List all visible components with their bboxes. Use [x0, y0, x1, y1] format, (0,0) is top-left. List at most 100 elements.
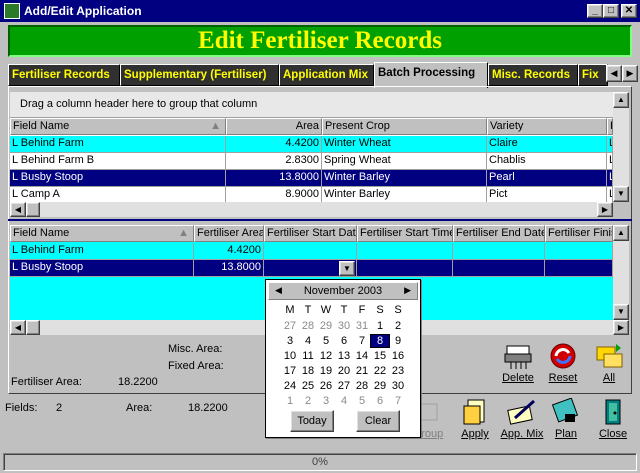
calendar-day[interactable]: 7	[389, 395, 407, 407]
tab-scroll-left-icon[interactable]: ◀	[606, 65, 622, 82]
table-cell[interactable]: Chablis	[487, 153, 607, 170]
calendar-day[interactable]: 9	[389, 335, 407, 347]
col-present-crop[interactable]: Present Crop	[322, 118, 487, 135]
calendar-day[interactable]: 7	[353, 335, 371, 347]
col-finish-time[interactable]: Fertiliser Finish Tim	[545, 225, 613, 242]
date-dropdown-button[interactable]: ▼	[339, 261, 355, 276]
calendar-day[interactable]: 29	[371, 380, 389, 392]
calendar-day[interactable]: 13	[335, 350, 353, 362]
tab-fix[interactable]: Fix	[578, 64, 608, 86]
calendar-day[interactable]: 28	[299, 320, 317, 332]
table-cell[interactable]	[264, 243, 357, 260]
close-window-button[interactable]: ✕	[621, 4, 637, 18]
calendar-day[interactable]: 1	[281, 395, 299, 407]
tab-application-mix[interactable]: Application Mix	[279, 64, 374, 86]
calendar-day[interactable]: 23	[389, 365, 407, 377]
calendar-day[interactable]: 11	[299, 350, 317, 362]
table-cell[interactable]: 4.4200	[226, 136, 322, 153]
calendar-day[interactable]: 5	[353, 395, 371, 407]
scroll-left-icon-2[interactable]: ◀	[10, 320, 26, 335]
reset-button[interactable]: Reset	[537, 342, 589, 384]
calendar-day[interactable]: 10	[281, 350, 299, 362]
calendar-day[interactable]: 29	[317, 320, 335, 332]
calendar-day[interactable]: 24	[281, 380, 299, 392]
table-cell[interactable]: 13.8000	[226, 170, 322, 187]
table-cell[interactable]: Pearl	[487, 170, 607, 187]
scroll-thumb[interactable]	[26, 202, 40, 217]
scroll-right-icon[interactable]: ▶	[597, 202, 613, 217]
table-cell[interactable]: Spring Wheat	[322, 153, 487, 170]
calendar-day[interactable]: 6	[371, 395, 389, 407]
calendar-day[interactable]: 3	[281, 335, 299, 347]
calendar-day[interactable]: 27	[335, 380, 353, 392]
calendar-day[interactable]: 21	[353, 365, 371, 377]
plan-button[interactable]: Plan	[540, 397, 592, 440]
scroll-up-icon[interactable]: ▲	[613, 92, 629, 108]
scroll-left-icon[interactable]: ◀	[10, 202, 26, 217]
table-cell[interactable]	[453, 243, 545, 260]
calendar-day[interactable]: 20	[335, 365, 353, 377]
table-cell[interactable]	[357, 243, 453, 260]
scroll-thumb-2[interactable]	[26, 320, 40, 335]
table-cell[interactable]	[453, 260, 545, 277]
col-field-name[interactable]: Field Name ▲	[10, 118, 226, 135]
calendar-day[interactable]: 4	[335, 395, 353, 407]
maximize-button[interactable]: □	[603, 4, 619, 18]
col-field-name-2[interactable]: Field Name ▲	[10, 225, 194, 242]
col-area[interactable]: Area	[226, 118, 322, 135]
scroll-right-icon-2[interactable]: ▶	[613, 320, 629, 335]
calendar-day[interactable]: 8	[370, 334, 390, 348]
tab-batch-processing[interactable]: Batch Processing	[374, 62, 488, 88]
table-row[interactable]: L Behind Farm	[10, 243, 194, 260]
calendar-day[interactable]: 6	[335, 335, 353, 347]
minimize-button[interactable]: _	[587, 4, 603, 18]
calendar-day[interactable]: 22	[371, 365, 389, 377]
calendar-day[interactable]: 17	[281, 365, 299, 377]
all-button[interactable]: All	[583, 342, 635, 384]
calendar-day[interactable]: 5	[317, 335, 335, 347]
calendar-day[interactable]: 2	[389, 320, 407, 332]
calendar-day[interactable]: 2	[299, 395, 317, 407]
calendar-day[interactable]: 25	[299, 380, 317, 392]
fields-grid-vscroll[interactable]: ▲ ▼	[613, 92, 629, 202]
calendar-day[interactable]: 18	[299, 365, 317, 377]
col-start-time[interactable]: Fertiliser Start Time	[357, 225, 453, 242]
col-fertiliser-area[interactable]: Fertiliser Area	[194, 225, 264, 242]
prev-month-icon[interactable]: ◀	[275, 285, 282, 296]
calendar-day[interactable]: 16	[389, 350, 407, 362]
batch-grid-vscroll[interactable]: ▲ ▼	[613, 225, 629, 320]
calendar-day[interactable]: 15	[371, 350, 389, 362]
table-row[interactable]: L Busby Stoop	[10, 260, 194, 277]
col-variety[interactable]: Variety	[487, 118, 607, 135]
scroll-down-icon-2[interactable]: ▼	[613, 304, 629, 320]
splitter[interactable]	[8, 219, 632, 221]
tab-supplementary[interactable]: Supplementary (Fertiliser)	[120, 64, 279, 86]
calendar-day[interactable]: 1	[371, 320, 389, 332]
calendar-day[interactable]: 4	[299, 335, 317, 347]
clear-button[interactable]: Clear	[356, 410, 400, 432]
table-row[interactable]: L Busby Stoop	[10, 170, 226, 187]
fields-grid-hscroll[interactable]: ◀ ▶	[10, 202, 613, 217]
calendar-day[interactable]: 31	[353, 320, 371, 332]
calendar-day[interactable]: 19	[317, 365, 335, 377]
next-month-icon[interactable]: ▶	[404, 285, 411, 296]
table-cell[interactable]: Winter Barley	[322, 170, 487, 187]
table-cell[interactable]: 13.8000	[194, 260, 264, 277]
tab-fertiliser-records[interactable]: Fertiliser Records	[8, 64, 120, 86]
table-cell[interactable]	[545, 243, 613, 260]
table-cell[interactable]: 4.4200	[194, 243, 264, 260]
calendar-day[interactable]: 26	[317, 380, 335, 392]
table-row[interactable]: L Behind Farm B	[10, 153, 226, 170]
today-button[interactable]: Today	[290, 410, 334, 432]
table-cell[interactable]	[545, 260, 613, 277]
apply-button[interactable]: Apply	[449, 398, 501, 440]
scroll-up-icon-2[interactable]: ▲	[613, 225, 629, 241]
table-cell[interactable]: Claire	[487, 136, 607, 153]
tab-scroll-right-icon[interactable]: ▶	[622, 65, 638, 82]
tab-misc-records[interactable]: Misc. Records	[488, 64, 578, 86]
group-by-area[interactable]: Drag a column header here to group that …	[10, 92, 613, 118]
col-end-date[interactable]: Fertiliser End Date	[453, 225, 545, 242]
calendar-day[interactable]: 27	[281, 320, 299, 332]
table-cell[interactable]: 2.8300	[226, 153, 322, 170]
calendar-day[interactable]: 30	[389, 380, 407, 392]
